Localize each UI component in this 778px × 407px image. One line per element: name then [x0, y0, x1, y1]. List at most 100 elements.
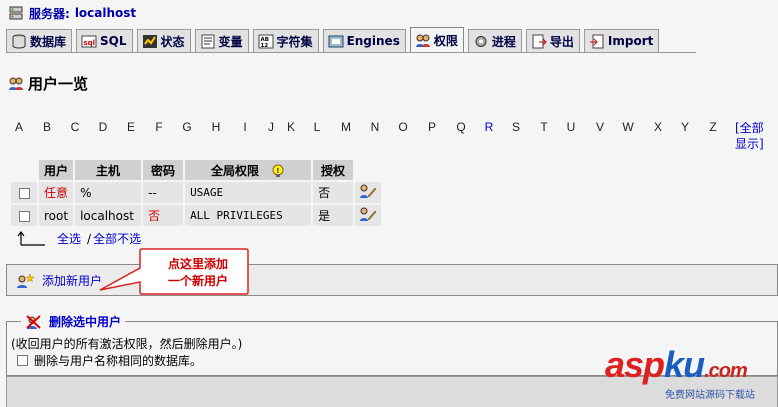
tab-label: Import	[607, 34, 654, 48]
svg-text:!: !	[276, 167, 279, 175]
page-title-text: 用户一览	[28, 75, 89, 93]
letter-k: K	[286, 120, 295, 134]
cell-user: root	[39, 205, 74, 226]
tab-import[interactable]: Import	[583, 29, 660, 52]
tab-bar: 数据库 sql SQL 状态 变量 AB 12 字符集 Engines 权限 进程…	[6, 27, 660, 53]
export-icon	[532, 34, 547, 48]
letter-v: V	[595, 120, 604, 134]
letter-w: W	[622, 120, 634, 134]
variables-icon	[201, 34, 215, 48]
cell-grant: 是	[313, 205, 354, 226]
header-global-privileges-label: 全局权限	[210, 163, 259, 178]
letter-s: S	[511, 120, 520, 134]
page-title: 用户一览	[8, 73, 88, 94]
delete-legend-text: 删除选中用户	[49, 315, 122, 329]
header-global-privileges: 全局权限 !	[185, 160, 312, 180]
server-icon	[9, 6, 23, 19]
tab-label: 字符集	[276, 34, 313, 49]
letter-h: H	[211, 120, 221, 134]
tab-label: 权限	[433, 33, 458, 48]
tab-variables[interactable]: 变量	[194, 29, 249, 52]
add-user-link[interactable]: 添加新用户	[42, 272, 102, 289]
letter-o: O	[398, 120, 408, 134]
table-row: root localhost 否 ALL PRIVILEGES 是	[11, 205, 382, 226]
callout-line-1: 点这里添加	[167, 257, 228, 271]
callout-text: 点这里添加 一个新用户	[150, 256, 246, 290]
server-name-link[interactable]: localhost	[75, 6, 136, 20]
watermark-logo: aspku.com 免费网站源码下载站	[605, 344, 778, 407]
edit-cell	[355, 182, 382, 203]
server-breadcrumb: 服务器: localhost	[8, 4, 136, 22]
tab-label: 进程	[491, 34, 516, 49]
users-icon	[9, 77, 23, 90]
tab-charsets[interactable]: AB 12 字符集	[252, 29, 319, 52]
letter-j: J	[268, 120, 274, 134]
svg-text:sql: sql	[84, 39, 96, 47]
tab-engines[interactable]: Engines	[322, 29, 406, 52]
letter-m: M	[341, 120, 351, 134]
select-all-link[interactable]: 全选	[57, 230, 81, 247]
add-user-icon[interactable]	[16, 272, 34, 289]
tab-sql[interactable]: sql SQL	[76, 29, 133, 52]
cell-password: --	[143, 182, 184, 203]
engines-icon	[328, 35, 344, 47]
letter-c: C	[70, 120, 80, 134]
tab-privileges[interactable]: 权限	[409, 27, 464, 52]
letter-q: Q	[456, 120, 466, 134]
letter-r[interactable]: R	[479, 120, 499, 134]
letter-f: F	[155, 120, 163, 134]
add-user-section: 添加新用户	[6, 264, 778, 296]
letter-y: Y	[680, 120, 689, 134]
tab-databases[interactable]: 数据库	[6, 29, 73, 52]
hint-icon[interactable]: !	[271, 164, 285, 178]
letter-d: D	[98, 120, 108, 134]
unselect-all-link[interactable]: 全部不选	[93, 230, 141, 247]
edit-privileges-icon[interactable]	[359, 183, 377, 199]
watermark-subtitle: 免费网站源码下载站	[665, 390, 755, 401]
show-all-link[interactable]: [全部显示]	[735, 120, 769, 152]
header-password: 密码	[143, 160, 184, 180]
svg-text:12: 12	[260, 43, 268, 49]
processes-icon	[475, 35, 487, 47]
tab-label: 变量	[218, 34, 243, 49]
add-user-row: 添加新用户	[16, 272, 102, 289]
tab-label: 导出	[549, 34, 574, 49]
delete-user-icon	[26, 314, 41, 329]
header-host: 主机	[75, 160, 142, 180]
delete-note: (收回用户的所有激活权限，然后删除用户。)	[11, 337, 243, 351]
sql-icon: sql	[81, 35, 97, 47]
table-row: 任意 % -- USAGE 否	[11, 182, 382, 203]
tab-export[interactable]: 导出	[525, 29, 580, 52]
initial-letter-filter: [全部显示] A B C D E F G H I JK L M N O P QRS T U V W X Y Z	[9, 120, 769, 156]
tab-label: SQL	[100, 34, 127, 48]
header-user: 用户	[39, 160, 74, 180]
delete-legend: 删除选中用户	[21, 313, 126, 330]
database-icon	[12, 34, 26, 49]
cell-host: %	[75, 182, 142, 203]
edit-cell	[355, 205, 382, 226]
edit-privileges-icon[interactable]	[359, 206, 377, 222]
letter-p: P	[427, 120, 436, 134]
select-all-bar: 全选 / 全部不选	[17, 230, 141, 247]
letter-u: U	[566, 120, 576, 134]
tab-processes[interactable]: 进程	[467, 29, 522, 52]
letter-a: A	[14, 120, 23, 134]
letter-b: B	[42, 120, 51, 134]
row-checkbox[interactable]	[18, 210, 30, 222]
row-checkbox-cell	[11, 182, 37, 203]
drop-database-option[interactable]: 删除与用户名称相同的数据库。	[17, 352, 202, 369]
cell-privileges: USAGE	[185, 182, 312, 203]
letter-e: E	[126, 120, 135, 134]
letter-l: L	[313, 120, 321, 134]
tab-label: 状态	[160, 34, 185, 49]
drop-database-checkbox[interactable]	[17, 355, 28, 366]
table-header-row: 用户 主机 密码 全局权限 ! 授权	[11, 160, 381, 180]
tab-status[interactable]: 状态	[136, 29, 191, 52]
cell-password: 否	[143, 205, 184, 226]
header-action-spacer	[355, 160, 381, 180]
letter-i: I	[243, 120, 247, 134]
row-checkbox[interactable]	[18, 187, 30, 199]
watermark-brand: aspku.com	[605, 344, 748, 385]
cell-user: 任意	[39, 182, 74, 203]
header-checkbox-spacer	[11, 160, 37, 180]
